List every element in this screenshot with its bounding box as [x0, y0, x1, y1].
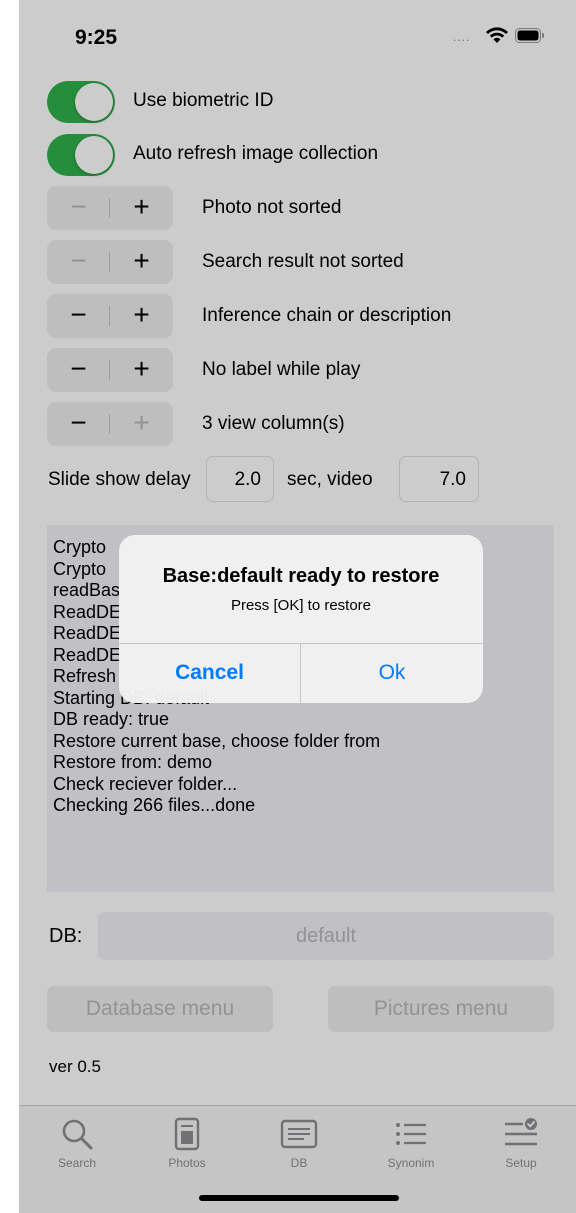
restore-alert-dialog: Base:default ready to restore Press [OK]… — [119, 535, 483, 703]
alert-ok-button[interactable]: Ok — [301, 643, 483, 703]
alert-message: Press [OK] to restore — [230, 597, 372, 614]
alert-cancel-button[interactable]: Cancel — [119, 643, 300, 703]
app-screen: 9:25 .... Use biometric ID Auto refresh … — [19, 0, 576, 1213]
alert-title: Base:default ready to restore — [162, 565, 440, 587]
